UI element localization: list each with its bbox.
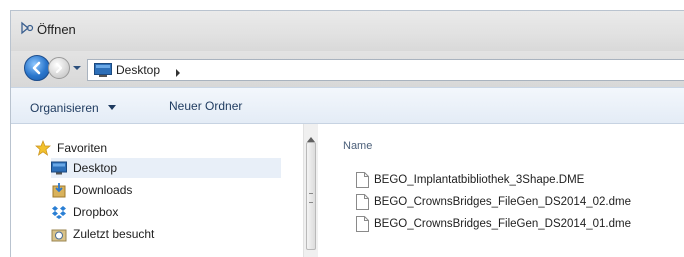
back-button[interactable] [24, 55, 50, 81]
nav-item-label: Zuletzt besucht [73, 227, 155, 241]
address-field[interactable]: Desktop [87, 59, 684, 81]
nav-item-dropbox[interactable]: Dropbox [51, 202, 281, 222]
name-column-header[interactable]: Name [343, 140, 372, 152]
nav-item-label: Downloads [73, 183, 133, 197]
nav-item-label: Favoriten [57, 141, 108, 155]
open-dialog-icon [19, 20, 35, 36]
chevron-down-icon [108, 99, 117, 113]
scrollbar-grip-icon [309, 193, 313, 203]
file-list-pane: Name BEGO_Implantatbibliothek_3Shape.DME… [318, 124, 684, 257]
nav-item-desktop[interactable]: Desktop [51, 158, 281, 178]
recent-places-icon [51, 226, 67, 242]
organize-button[interactable]: Organisieren [30, 99, 117, 115]
star-icon [35, 140, 51, 156]
nav-item-favorites[interactable]: Favoriten [35, 138, 275, 158]
arrow-right-icon [55, 62, 63, 74]
title-bar[interactable]: Öffnen [11, 11, 684, 51]
arrow-left-icon [32, 61, 41, 75]
desktop-icon [51, 160, 67, 176]
breadcrumb-separator-icon[interactable] [174, 65, 182, 83]
history-dropdown-button[interactable] [71, 61, 83, 75]
dropbox-icon [51, 204, 67, 220]
downloads-icon [51, 182, 67, 198]
chevron-down-icon [73, 66, 81, 70]
new-folder-button[interactable]: Neuer Ordner [169, 99, 242, 113]
forward-button[interactable] [48, 57, 70, 79]
nav-item-label: Desktop [73, 161, 118, 175]
nav-item-recent-places[interactable]: Zuletzt besucht [51, 224, 281, 244]
window-title: Öffnen [37, 22, 76, 37]
open-file-dialog: Öffnen Desktop Organisieren Neuer Ordner… [10, 10, 684, 257]
command-toolbar: Organisieren Neuer Ordner [11, 87, 684, 124]
address-bar: Desktop [11, 51, 684, 87]
navigation-scrollbar[interactable] [303, 124, 318, 257]
address-location: Desktop [116, 63, 161, 77]
nav-item-downloads[interactable]: Downloads [51, 180, 281, 200]
file-name: BEGO_CrownsBridges_FileGen_DS2014_02.dme [374, 196, 631, 208]
document-icon [356, 172, 369, 193]
scrollbar-thumb[interactable] [306, 142, 316, 250]
nav-item-label: Dropbox [73, 205, 119, 219]
desktop-icon [94, 63, 112, 82]
file-name: BEGO_Implantatbibliothek_3Shape.DME [374, 174, 585, 186]
navigation-pane: Favoriten Desktop Downloads Dropbox Zule… [11, 124, 303, 257]
document-icon [356, 216, 369, 237]
document-icon [356, 194, 369, 215]
file-name: BEGO_CrownsBridges_FileGen_DS2014_01.dme [374, 218, 631, 230]
organize-label: Organisieren [30, 101, 99, 115]
